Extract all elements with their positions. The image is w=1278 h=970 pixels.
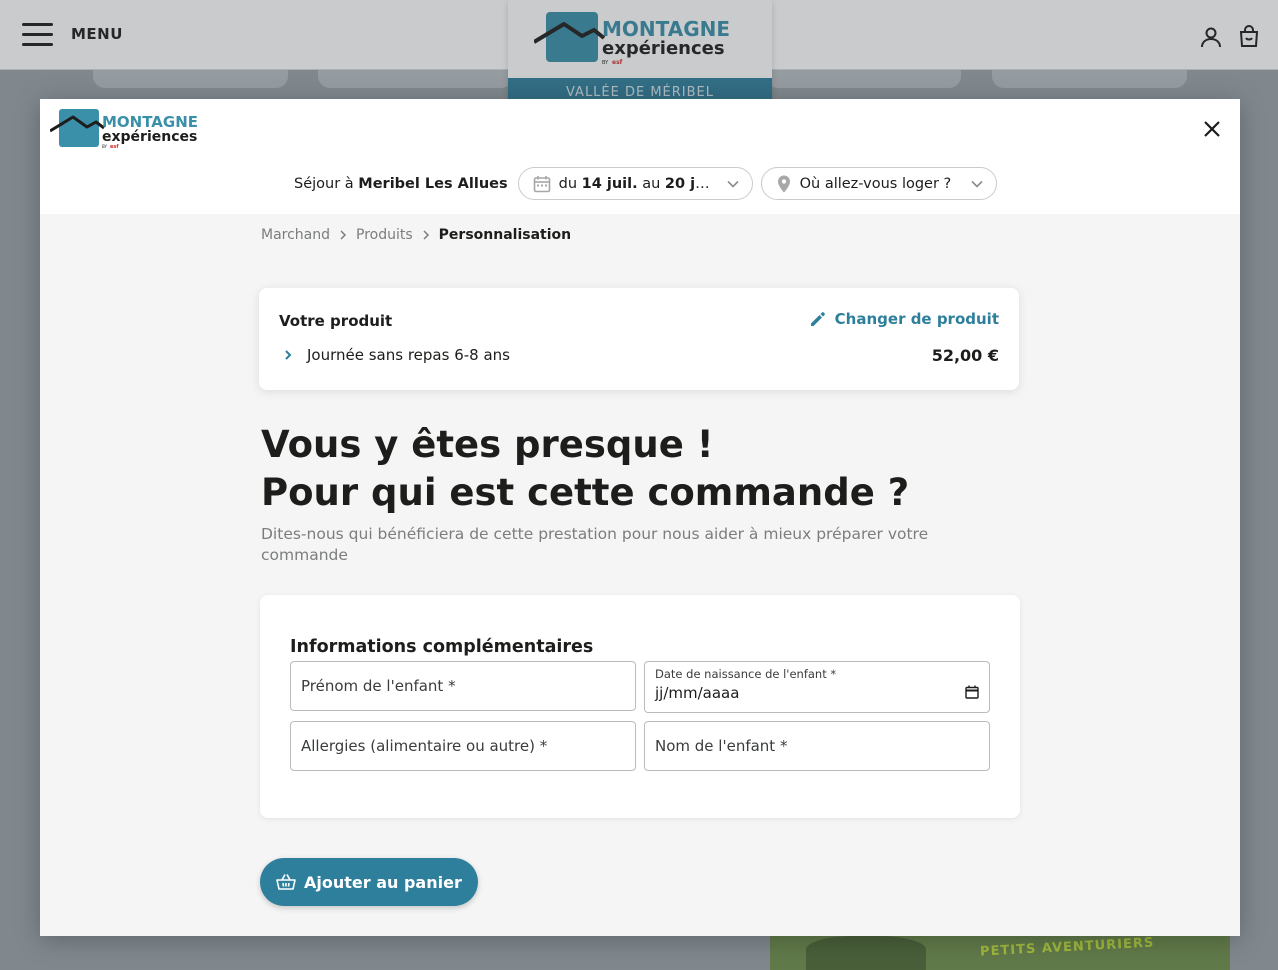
accommodation-selector[interactable]: Où allez-vous loger ? bbox=[760, 167, 997, 200]
modal-header: MONTAGNE expériences BY esf Séjour à Mer… bbox=[40, 99, 1240, 214]
child-birthdate-label: Date de naissance de l'enfant * bbox=[655, 667, 837, 681]
page-title-line2: Pour qui est cette commande ? bbox=[261, 471, 910, 514]
child-birthdate-input[interactable]: Date de naissance de l'enfant * jj/mm/aa… bbox=[644, 661, 990, 713]
stay-summary: Séjour à Meribel Les Allues bbox=[294, 176, 508, 192]
modal-logo-byline: BY bbox=[102, 144, 108, 149]
modal-logo-line2: expériences bbox=[102, 129, 197, 145]
accommodation-placeholder: Où allez-vous loger ? bbox=[799, 175, 952, 192]
location-pin-icon bbox=[777, 175, 790, 192]
modal-logo-brand: esf bbox=[110, 144, 119, 150]
close-button[interactable] bbox=[1198, 115, 1226, 143]
page-title: Vous y êtes presque ! Pour qui est cette… bbox=[261, 421, 909, 517]
chevron-down-icon bbox=[727, 180, 739, 188]
change-product-label: Changer de produit bbox=[834, 310, 999, 328]
customization-modal: MONTAGNE expériences BY esf Séjour à Mer… bbox=[40, 99, 1240, 936]
basket-icon bbox=[276, 874, 296, 890]
pencil-icon bbox=[810, 312, 825, 326]
child-first-name-placeholder: Prénom de l'enfant * bbox=[301, 677, 456, 695]
product-line[interactable]: Journée sans repas 6-8 ans bbox=[283, 346, 510, 364]
chevron-down-icon bbox=[971, 180, 983, 188]
form-title: Informations complémentaires bbox=[290, 637, 594, 657]
child-last-name-placeholder: Nom de l'enfant * bbox=[655, 737, 788, 755]
date-range-selector[interactable]: du 14 juil. au 20 juil. bbox=[517, 167, 753, 200]
breadcrumb-products[interactable]: Produits bbox=[356, 227, 413, 243]
allergies-placeholder: Allergies (alimentaire ou autre) * bbox=[301, 737, 548, 755]
product-name: Journée sans repas 6-8 ans bbox=[307, 346, 510, 364]
modal-logo[interactable]: MONTAGNE expériences BY esf bbox=[49, 107, 215, 155]
date-from-prefix: du bbox=[558, 175, 578, 192]
add-to-cart-label: Ajouter au panier bbox=[304, 872, 462, 892]
calendar-icon bbox=[965, 685, 979, 699]
additional-info-form: Informations complémentaires Prénom de l… bbox=[260, 595, 1020, 818]
product-price: 52,00 € bbox=[931, 346, 999, 365]
date-range-text: du 14 juil. au 20 juil. bbox=[559, 176, 718, 192]
allergies-input[interactable]: Allergies (alimentaire ou autre) * bbox=[290, 721, 636, 771]
breadcrumb: Marchand Produits Personnalisation bbox=[261, 227, 571, 243]
child-first-name-input[interactable]: Prénom de l'enfant * bbox=[290, 661, 636, 711]
date-picker-button[interactable] bbox=[965, 684, 979, 703]
change-product-button[interactable]: Changer de produit bbox=[809, 310, 999, 328]
stay-resort: Meribel Les Allues bbox=[358, 175, 508, 192]
chevron-right-icon bbox=[285, 350, 292, 360]
chevron-right-icon bbox=[340, 230, 347, 240]
close-icon bbox=[1204, 121, 1220, 137]
date-to-prefix: au bbox=[642, 175, 661, 192]
breadcrumb-merchant[interactable]: Marchand bbox=[261, 227, 330, 243]
stay-bar: Séjour à Meribel Les Allues du 14 juil. … bbox=[294, 167, 997, 200]
add-to-cart-button[interactable]: Ajouter au panier bbox=[260, 858, 478, 906]
page-subtitle: Dites-nous qui bénéficiera de cette pres… bbox=[261, 525, 929, 564]
calendar-icon bbox=[533, 175, 550, 192]
chevron-right-icon bbox=[423, 230, 429, 240]
child-last-name-input[interactable]: Nom de l'enfant * bbox=[644, 721, 990, 771]
product-card-title: Votre produit bbox=[279, 312, 393, 330]
breadcrumb-current: Personnalisation bbox=[438, 227, 572, 243]
date-from: 14 juil. bbox=[581, 175, 638, 192]
date-to: 20 juil. bbox=[664, 175, 718, 192]
page-title-line1: Vous y êtes presque ! bbox=[261, 423, 714, 466]
stay-prefix: Séjour à bbox=[294, 175, 354, 192]
product-summary-card: Votre produit Changer de produit Journée… bbox=[259, 288, 1019, 390]
child-birthdate-value: jj/mm/aaaa bbox=[655, 684, 740, 702]
